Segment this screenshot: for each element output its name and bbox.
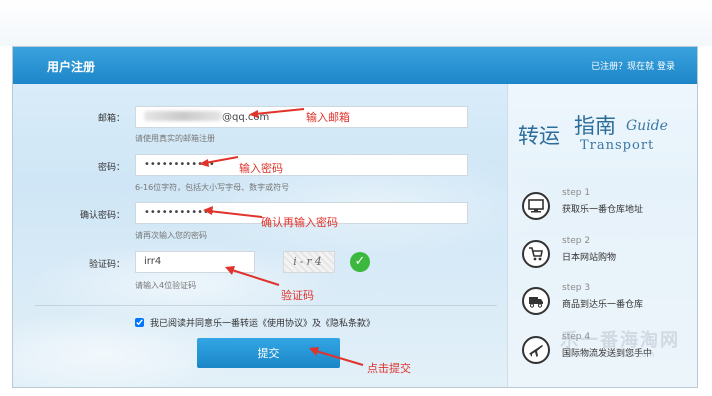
guide-title-cn-1: 转运	[518, 124, 560, 148]
login-link[interactable]: 登录	[657, 62, 675, 72]
panel-header: 用户注册 已注册？现在就 登录	[13, 47, 697, 84]
redacted-email-prefix	[144, 111, 222, 121]
step-text: 获取乐一番仓库地址	[562, 205, 644, 215]
guide-title: 转运 指南 Guide Transport	[518, 110, 688, 164]
agreement-row[interactable]: 我已阅读并同意乐一番转运《使用协议》及《隐私条款》	[135, 316, 375, 329]
login-prompt-text: 已注册？现在就	[591, 62, 655, 72]
step-text: 日本网站购物	[562, 253, 617, 263]
email-annotation: 输入邮箱	[306, 111, 350, 124]
submit-arrow-icon	[309, 347, 364, 366]
airplane-icon	[522, 336, 550, 364]
step-number: step 2	[562, 236, 591, 246]
email-label: 邮箱：	[97, 114, 125, 124]
captcha-arrow-icon	[225, 266, 280, 286]
watermark: 乐一番海淘网	[560, 330, 680, 351]
confirm-arrow-icon	[203, 206, 263, 218]
guide-title-en-1: Guide	[626, 118, 668, 134]
page-title: 用户注册	[47, 60, 96, 74]
truck-icon	[522, 287, 550, 315]
step-number: step 3	[562, 283, 591, 293]
submit-annotation: 点击提交	[367, 362, 411, 375]
password-field[interactable]: ••••••••••••	[135, 154, 468, 176]
captcha-annotation: 验证码	[281, 289, 314, 302]
computer-icon	[522, 192, 550, 220]
password-label: 密码：	[97, 163, 125, 173]
confirm-annotation: 确认再输入密码	[261, 216, 338, 229]
password-arrow-icon	[199, 156, 239, 167]
agreement-text: 我已阅读并同意乐一番转运《使用协议》及《隐私条款》	[150, 319, 376, 329]
agreement-checkbox[interactable]	[135, 318, 144, 327]
guide-title-en-2: Transport	[580, 138, 655, 153]
guide-step-1: step 1 获取乐一番仓库地址	[522, 188, 692, 228]
step-text: 商品到达乐一番仓库	[562, 300, 644, 310]
watermark-url: www.55haitao.com	[578, 350, 655, 359]
guide-step-3: step 3 商品到达乐一番仓库	[522, 283, 692, 323]
captcha-value: irr4	[144, 256, 162, 267]
guide-step-2: step 2 日本网站购物	[522, 236, 692, 276]
captcha-label: 验证码：	[88, 260, 125, 270]
email-arrow-icon	[249, 108, 305, 118]
form-divider	[35, 305, 497, 306]
captcha-image[interactable]: i-r4	[283, 251, 335, 273]
confirm-password-label: 确认密码：	[79, 211, 125, 221]
captcha-hint: 请输入4位验证码	[135, 281, 197, 290]
login-prompt: 已注册？现在就 登录	[591, 59, 675, 72]
password-annotation: 输入密码	[239, 162, 283, 175]
confirm-password-hint: 请再次输入您的密码	[135, 231, 207, 240]
password-hint: 6-16位字符，包括大小写字母、数字或符号	[135, 183, 290, 192]
top-strip	[0, 0, 712, 46]
shopping-cart-icon	[522, 240, 550, 268]
step-number: step 1	[562, 188, 591, 198]
guide-title-cn-2: 指南	[574, 114, 616, 138]
email-hint: 请使用真实的邮箱注册	[135, 134, 215, 143]
check-icon: ✓	[350, 252, 370, 272]
